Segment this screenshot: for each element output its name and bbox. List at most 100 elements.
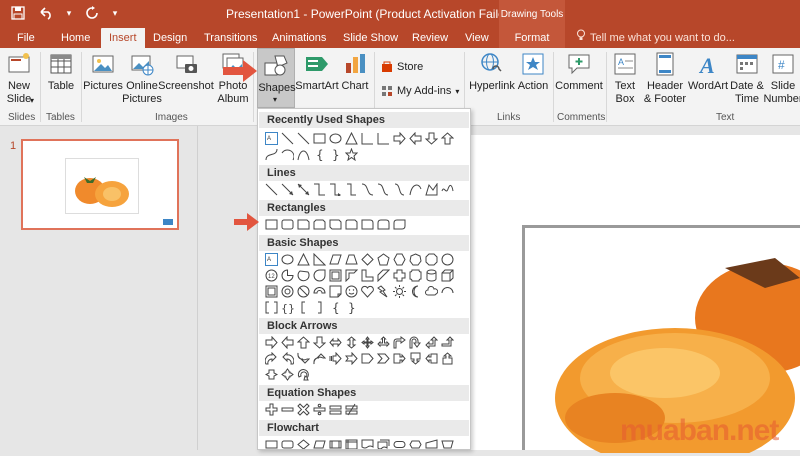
down-arrow-shape[interactable] bbox=[423, 130, 439, 146]
l-shape[interactable] bbox=[359, 130, 375, 146]
right-brace-shape[interactable]: } bbox=[343, 299, 359, 315]
left-brace-shape[interactable]: { bbox=[327, 299, 343, 315]
striped-right-arrow-shape[interactable] bbox=[327, 350, 343, 366]
right-brace-shape[interactable]: } bbox=[327, 146, 343, 162]
left-arrow-shape[interactable] bbox=[279, 334, 295, 350]
decagon-shape[interactable] bbox=[439, 251, 455, 267]
left-brace-shape[interactable]: { bbox=[311, 146, 327, 162]
block-arc-shape[interactable] bbox=[311, 283, 327, 299]
line-shape[interactable] bbox=[263, 181, 279, 197]
smiley-face-shape[interactable] bbox=[343, 283, 359, 299]
pentagon-arrow-shape[interactable] bbox=[359, 350, 375, 366]
flowchart-preparation-shape[interactable] bbox=[407, 436, 423, 449]
line-shape[interactable] bbox=[279, 130, 295, 146]
u-turn-arrow-shape[interactable] bbox=[407, 334, 423, 350]
curved-right-arrow-shape[interactable] bbox=[263, 350, 279, 366]
curved-left-arrow-shape[interactable] bbox=[279, 350, 295, 366]
snip-round-rectangle-shape[interactable] bbox=[343, 216, 359, 232]
lightning-bolt-shape[interactable] bbox=[375, 283, 391, 299]
bent-arrow-shape[interactable] bbox=[391, 334, 407, 350]
left-arrow-shape[interactable] bbox=[407, 130, 423, 146]
tab-slide-show[interactable]: Slide Show bbox=[343, 28, 398, 48]
double-brace-shape[interactable]: {} bbox=[279, 299, 295, 315]
left-right-arrow-shape[interactable] bbox=[327, 334, 343, 350]
tab-home[interactable]: Home bbox=[61, 28, 90, 48]
teardrop-shape[interactable] bbox=[311, 267, 327, 283]
star-shape[interactable] bbox=[343, 146, 359, 162]
slide-number-button[interactable]: # Slide Number bbox=[763, 51, 800, 106]
folded-corner-shape[interactable] bbox=[327, 283, 343, 299]
header-footer-button[interactable]: Header & Footer bbox=[642, 51, 688, 106]
table-button[interactable]: Table bbox=[45, 51, 77, 93]
tab-insert[interactable]: Insert bbox=[101, 28, 145, 48]
oval-shape[interactable] bbox=[279, 251, 295, 267]
chord-shape[interactable] bbox=[295, 267, 311, 283]
tab-file[interactable]: File bbox=[17, 28, 35, 48]
half-frame-shape[interactable] bbox=[343, 267, 359, 283]
quad-arrow-shape[interactable] bbox=[359, 334, 375, 350]
rounded-rectangle-shape[interactable] bbox=[279, 216, 295, 232]
no-symbol-shape[interactable] bbox=[295, 283, 311, 299]
tab-format[interactable]: Format bbox=[499, 28, 565, 48]
oval-shape[interactable] bbox=[327, 130, 343, 146]
minus-shape[interactable] bbox=[279, 401, 295, 417]
online-pictures-button[interactable]: Online Pictures bbox=[122, 51, 162, 106]
freeform-shape[interactable] bbox=[423, 181, 439, 197]
l-shape[interactable] bbox=[375, 130, 391, 146]
new-slide-chevron-icon[interactable]: ▾ bbox=[30, 96, 34, 105]
up-arrow-callout-shape[interactable] bbox=[439, 350, 455, 366]
arc-shape[interactable] bbox=[279, 146, 295, 162]
flowchart-alternate-process-shape[interactable] bbox=[279, 436, 295, 449]
smartart-button[interactable]: SmartArt bbox=[295, 51, 339, 93]
cross-shape[interactable] bbox=[391, 267, 407, 283]
left-bracket-shape[interactable] bbox=[295, 299, 311, 315]
pie-shape[interactable] bbox=[279, 267, 295, 283]
curved-down-arrow-shape[interactable] bbox=[311, 350, 327, 366]
heart-shape[interactable] bbox=[359, 283, 375, 299]
snip-diagonal-rectangle-shape[interactable] bbox=[327, 216, 343, 232]
snip-corner-rectangle-shape[interactable] bbox=[295, 216, 311, 232]
flowchart-process-shape[interactable] bbox=[263, 436, 279, 449]
not-equal-shape[interactable] bbox=[343, 401, 359, 417]
flowchart-manual-input-shape[interactable] bbox=[423, 436, 439, 449]
hexagon-shape[interactable] bbox=[391, 251, 407, 267]
can-shape[interactable] bbox=[423, 267, 439, 283]
shapes-button[interactable]: Shapes ▾ bbox=[257, 48, 296, 108]
circular-arrow-shape[interactable] bbox=[295, 366, 311, 382]
screenshot-button[interactable]: Screenshot bbox=[158, 51, 214, 93]
wordart-button[interactable]: A WordArt bbox=[688, 51, 728, 93]
tab-animations[interactable]: Animations bbox=[272, 28, 326, 48]
tab-design[interactable]: Design bbox=[153, 28, 187, 48]
heptagon-shape[interactable] bbox=[407, 251, 423, 267]
chart-button[interactable]: Chart bbox=[340, 51, 370, 93]
tab-review[interactable]: Review bbox=[412, 28, 448, 48]
diagonal-stripe-shape[interactable] bbox=[375, 267, 391, 283]
arc-shape[interactable] bbox=[439, 283, 455, 299]
double-arrow-line-shape[interactable] bbox=[295, 181, 311, 197]
flowchart-predefined-process-shape[interactable] bbox=[327, 436, 343, 449]
line-shape[interactable] bbox=[295, 130, 311, 146]
up-down-arrow-shape[interactable] bbox=[343, 334, 359, 350]
dodecagon-shape[interactable]: 12 bbox=[263, 267, 279, 283]
diamond-shape[interactable] bbox=[359, 251, 375, 267]
trapezoid-shape[interactable] bbox=[343, 251, 359, 267]
moon-shape[interactable] bbox=[407, 283, 423, 299]
down-arrow-shape[interactable] bbox=[311, 334, 327, 350]
l-shape[interactable] bbox=[359, 267, 375, 283]
flowchart-data-shape[interactable] bbox=[311, 436, 327, 449]
bent-up-arrow-shape[interactable] bbox=[439, 334, 455, 350]
slide-thumbnail[interactable] bbox=[21, 139, 179, 230]
flowchart-terminator-shape[interactable] bbox=[391, 436, 407, 449]
round-diagonal-rectangle-shape[interactable] bbox=[391, 216, 407, 232]
right-triangle-shape[interactable] bbox=[311, 251, 327, 267]
rectangle-shape[interactable] bbox=[263, 216, 279, 232]
bevel-shape[interactable] bbox=[263, 283, 279, 299]
curved-connector-shape[interactable] bbox=[359, 181, 375, 197]
customize-qat-icon[interactable]: ▾ bbox=[108, 3, 122, 23]
triangle-shape[interactable] bbox=[343, 130, 359, 146]
up-arrow-shape[interactable] bbox=[295, 334, 311, 350]
tab-view[interactable]: View bbox=[465, 28, 489, 48]
round-single-corner-rectangle-shape[interactable] bbox=[359, 216, 375, 232]
undo-icon[interactable] bbox=[34, 3, 58, 23]
curved-connector-shape[interactable] bbox=[263, 146, 279, 162]
